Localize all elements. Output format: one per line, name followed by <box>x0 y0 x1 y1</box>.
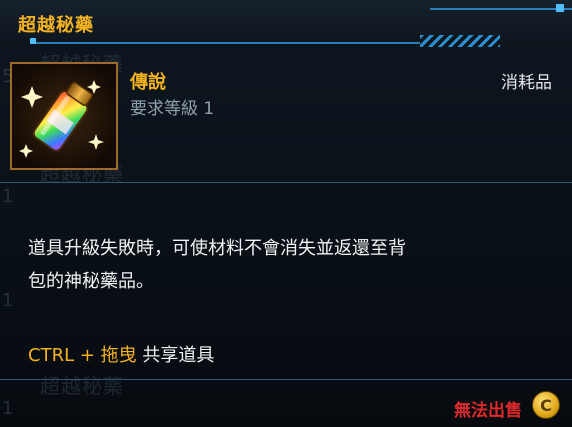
item-tooltip: 超越秘藥 超越秘藥 超越秘藥 5 1 1 1 超越秘藥 <box>0 0 572 427</box>
item-description: 道具升級失敗時，可使材料不會消失並返還至背 包的神秘藥品。 <box>28 232 528 298</box>
share-hint: CTRL + 拖曳 共享道具 <box>28 341 214 367</box>
ghost-list-label: 超越秘藥 <box>40 374 124 398</box>
item-icon-frame <box>10 62 118 170</box>
section-divider <box>0 379 572 380</box>
cannot-sell-label: 無法出售 <box>454 401 522 421</box>
description-line: 道具升級失敗時，可使材料不會消失並返還至背 <box>28 238 406 259</box>
rainbow-potion-icon <box>19 80 104 158</box>
item-title: 超越秘藥 <box>18 15 94 36</box>
coin-letter: C <box>540 395 552 415</box>
header-frame-line <box>430 8 572 10</box>
ghost-count: 1 <box>2 398 14 419</box>
share-hint-text: 共享道具 <box>136 345 215 366</box>
frame-hatch-decoration <box>420 35 500 47</box>
coin-c-icon: C <box>532 391 560 419</box>
level-requirement: 要求等級 1 <box>130 99 215 119</box>
frame-corner-dot <box>30 38 36 44</box>
share-hint-key: CTRL + 拖曳 <box>28 345 137 366</box>
header-frame-line <box>30 42 420 44</box>
item-type: 消耗品 <box>501 73 552 93</box>
description-line: 包的神秘藥品。 <box>28 271 154 292</box>
item-rarity: 傳說 <box>130 72 166 93</box>
section-divider <box>0 182 572 183</box>
ghost-count: 1 <box>2 290 14 311</box>
ghost-count: 1 <box>2 186 14 207</box>
frame-corner-dot <box>556 4 564 12</box>
